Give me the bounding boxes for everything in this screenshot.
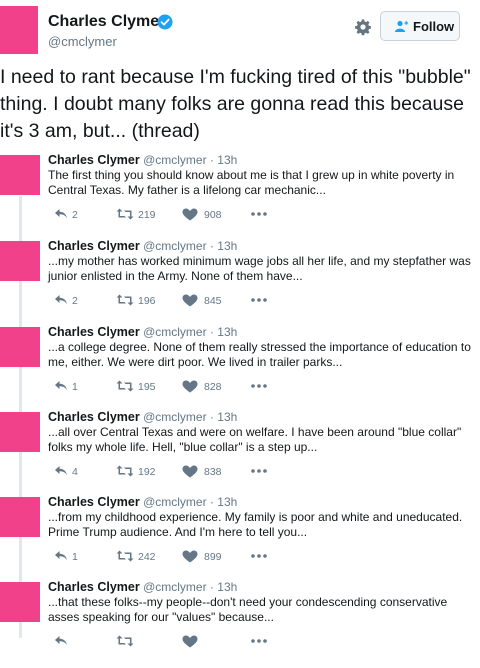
heart-icon (182, 635, 198, 648)
retweet-icon (116, 465, 134, 477)
reply-icon (55, 295, 67, 305)
retweet-count: 219 (138, 209, 156, 221)
tweet-author-name[interactable]: Charles Clymer (48, 580, 140, 594)
reply-count: 4 (72, 466, 78, 478)
profile-header: Charles Clymer @cmclymer Follow (0, 0, 480, 60)
separator-dot: · (209, 239, 214, 253)
tweet-author-name[interactable]: Charles Clymer (48, 410, 140, 424)
tweet-text: ...my mother has worked minimum wage job… (48, 254, 471, 283)
heart-icon (182, 380, 198, 393)
like-count: 838 (204, 466, 222, 478)
separator-dot: · (209, 495, 214, 509)
thread-tweet[interactable]: Charles Clymer @cmclymer · 13h ...all ov… (0, 410, 480, 498)
tweet-author-name[interactable]: Charles Clymer (48, 325, 140, 339)
reply-icon (55, 209, 67, 219)
gear-icon[interactable] (353, 17, 373, 37)
tweet-author-handle[interactable]: @cmclymer (143, 239, 207, 253)
like-count: 828 (204, 381, 222, 393)
tweet-header: Charles Clymer @cmclymer · 13h (48, 410, 237, 424)
add-user-icon (395, 20, 408, 32)
tweet-timestamp[interactable]: 13h (217, 495, 237, 509)
avatar[interactable] (0, 327, 40, 367)
tweet-header: Charles Clymer @cmclymer · 13h (48, 239, 237, 253)
tweet-header: Charles Clymer @cmclymer · 13h (48, 580, 237, 594)
reply-count: 2 (72, 295, 78, 307)
tweet-author-handle[interactable]: @cmclymer (143, 153, 207, 167)
tweet-author-name[interactable]: Charles Clymer (48, 495, 140, 509)
tweet-text: ...from my childhood experience. My fami… (48, 510, 463, 539)
tweet-author-handle[interactable]: @cmclymer (143, 580, 207, 594)
tweet-text: ...a college degree. None of them really… (48, 340, 471, 369)
heart-icon (182, 550, 198, 563)
reply-count: 2 (72, 209, 78, 221)
follow-button[interactable]: Follow (380, 11, 460, 41)
tweet-timestamp[interactable]: 13h (217, 410, 237, 424)
separator-dot: · (209, 410, 214, 424)
reply-icon (55, 381, 67, 391)
reply-icon (55, 551, 67, 561)
separator-dot: · (209, 580, 214, 594)
more-dots-icon (251, 384, 267, 388)
like-count: 908 (204, 209, 222, 221)
more-dots-icon (251, 554, 267, 558)
like-count: 899 (204, 551, 222, 563)
tweet-text: The first thing you should know about me… (48, 168, 455, 197)
retweet-count: 196 (138, 295, 156, 307)
avatar[interactable] (0, 155, 40, 195)
tweet-header: Charles Clymer @cmclymer · 13h (48, 153, 237, 167)
retweet-count: 195 (138, 381, 156, 393)
tweet-timestamp[interactable]: 13h (217, 153, 237, 167)
retweet-icon (116, 294, 134, 306)
reply-count: 1 (72, 551, 78, 563)
retweet-icon (116, 380, 134, 392)
tweet-author-handle[interactable]: @cmclymer (143, 325, 207, 339)
avatar[interactable] (0, 412, 40, 452)
tweet-author-handle[interactable]: @cmclymer (143, 410, 207, 424)
thread-tweet[interactable]: Charles Clymer @cmclymer · 13h The first… (0, 153, 480, 241)
heart-icon (182, 294, 198, 307)
thread-tweet[interactable]: Charles Clymer @cmclymer · 13h ...a coll… (0, 325, 480, 413)
more-dots-icon (251, 469, 267, 473)
reply-icon (55, 636, 67, 646)
retweet-count: 242 (138, 551, 156, 563)
tweet-timestamp[interactable]: 13h (217, 325, 237, 339)
profile-handle[interactable]: @cmclymer (48, 34, 117, 49)
retweet-icon (116, 208, 134, 220)
main-tweet-text: I need to rant because I'm fucking tired… (0, 66, 471, 142)
more-dots-icon (251, 298, 267, 302)
reply-count: 1 (72, 381, 78, 393)
avatar[interactable] (0, 6, 38, 54)
tweet-text: ...all over Central Texas and were on we… (48, 425, 462, 454)
retweet-icon (116, 635, 134, 647)
thread-tweet[interactable]: Charles Clymer @cmclymer · 13h ...from m… (0, 495, 480, 583)
separator-dot: · (209, 325, 214, 339)
reply-icon (55, 466, 67, 476)
avatar[interactable] (0, 582, 40, 622)
tweet-author-name[interactable]: Charles Clymer (48, 239, 140, 253)
verified-badge-icon (157, 14, 173, 30)
heart-icon (182, 208, 198, 221)
heart-icon (182, 465, 198, 478)
tweet-timestamp[interactable]: 13h (217, 580, 237, 594)
tweet-text: ...that these folks--my people--don't ne… (48, 595, 448, 624)
tweet-author-handle[interactable]: @cmclymer (143, 495, 207, 509)
thread-tweet[interactable]: Charles Clymer @cmclymer · 13h ...my mot… (0, 239, 480, 327)
thread-tweet[interactable]: Charles Clymer @cmclymer · 13h ...that t… (0, 580, 480, 668)
avatar[interactable] (0, 241, 40, 281)
more-dots-icon (251, 639, 267, 643)
like-count: 845 (204, 295, 222, 307)
tweet-timestamp[interactable]: 13h (217, 239, 237, 253)
profile-name[interactable]: Charles Clymer (48, 13, 165, 31)
tweet-author-name[interactable]: Charles Clymer (48, 153, 140, 167)
avatar[interactable] (0, 497, 40, 537)
more-dots-icon (251, 212, 267, 216)
separator-dot: · (209, 153, 214, 167)
tweet-header: Charles Clymer @cmclymer · 13h (48, 325, 237, 339)
follow-button-label: Follow (413, 19, 455, 34)
retweet-icon (116, 550, 134, 562)
retweet-count: 192 (138, 466, 156, 478)
tweet-header: Charles Clymer @cmclymer · 13h (48, 495, 237, 509)
